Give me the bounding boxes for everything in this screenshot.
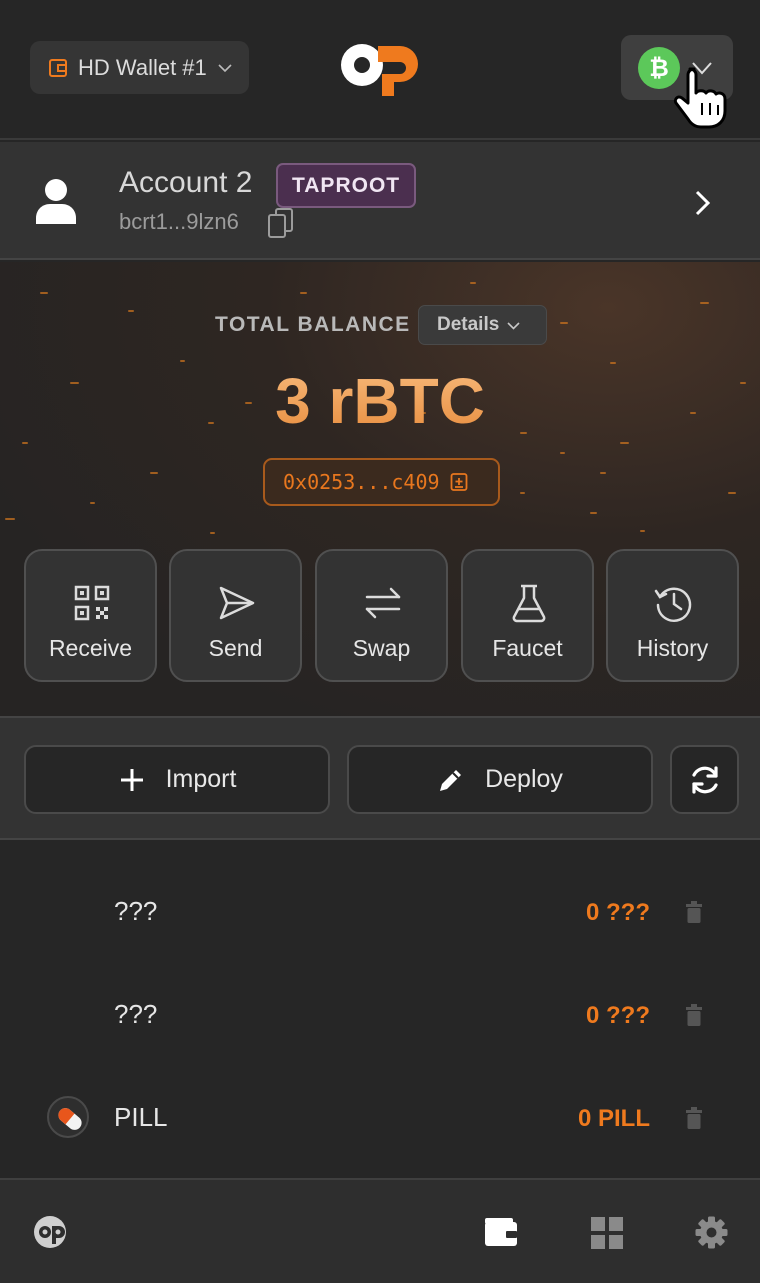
pencil-icon <box>440 769 462 791</box>
receive-button[interactable]: Receive <box>24 549 157 682</box>
import-label: Import <box>165 765 237 793</box>
send-icon <box>219 586 255 620</box>
qr-code-icon <box>74 585 110 621</box>
public-key-text: 0x0253...c409 <box>283 470 440 494</box>
token-list: ??? 0 ??? ??? 0 ??? PILL 0 PILL <box>0 842 760 1178</box>
copy-icon <box>450 473 467 491</box>
account-row[interactable]: Account 2 TAPROOT bcrt1...9lzn6 <box>0 142 760 260</box>
refresh-button[interactable] <box>670 745 739 814</box>
token-amount: 0 ??? <box>586 1002 650 1029</box>
swap-icon <box>365 587 401 619</box>
opnet-logo <box>341 44 418 96</box>
send-label: Send <box>208 635 263 661</box>
chevron-down-icon <box>507 321 520 330</box>
balance-hero: TOTAL BALANCE Details 3 rBTC 0x0253...c4… <box>0 262 760 716</box>
account-address: bcrt1...9lzn6 <box>119 209 239 234</box>
history-icon <box>654 587 692 622</box>
gear-icon[interactable] <box>695 1216 728 1249</box>
token-name: PILL <box>114 1102 168 1132</box>
faucet-label: Faucet <box>492 635 563 661</box>
trash-icon[interactable] <box>684 1004 704 1026</box>
account-name: Account 2 <box>119 166 253 199</box>
flask-icon <box>512 584 546 623</box>
swap-label: Swap <box>352 635 411 661</box>
public-key-pill[interactable]: 0x0253...c409 <box>263 458 500 506</box>
token-amount: 0 ??? <box>586 899 650 926</box>
wallet-icon[interactable] <box>484 1217 518 1247</box>
copy-icon[interactable] <box>268 208 294 240</box>
receive-label: Receive <box>48 635 133 661</box>
wallet-selector[interactable]: HD Wallet #1 <box>30 41 249 94</box>
refresh-icon <box>691 765 718 794</box>
wallet-icon <box>49 58 67 77</box>
details-button[interactable]: Details <box>418 305 547 345</box>
pill-icon <box>47 1096 89 1138</box>
wallet-label: HD Wallet #1 <box>78 54 207 80</box>
details-label: Details <box>437 314 500 335</box>
hand-cursor-icon <box>673 67 727 129</box>
taproot-badge: TAPROOT <box>276 163 417 208</box>
deploy-label: Deploy <box>485 765 563 793</box>
token-row[interactable]: PILL 0 PILL <box>0 1068 760 1168</box>
plus-icon <box>120 768 143 791</box>
token-toolbar: Import Deploy <box>0 716 760 840</box>
user-icon <box>36 179 76 224</box>
balance-amount: 3 rBTC <box>0 364 760 438</box>
chevron-right-icon[interactable] <box>692 188 714 218</box>
opnet-logo-icon[interactable] <box>33 1215 71 1249</box>
total-balance-label: TOTAL BALANCE <box>215 313 411 336</box>
trash-icon[interactable] <box>684 901 704 923</box>
token-row[interactable]: ??? 0 ??? <box>0 862 760 962</box>
chevron-down-icon <box>218 63 232 72</box>
token-name: ??? <box>114 999 158 1029</box>
token-amount: 0 PILL <box>577 1105 650 1132</box>
history-button[interactable]: History <box>606 549 739 682</box>
token-row[interactable]: ??? 0 ??? <box>0 965 760 1065</box>
action-buttons: Receive Send Swap Faucet History <box>24 549 740 683</box>
history-label: History <box>636 635 709 661</box>
svg-text:₿: ₿ <box>649 54 669 82</box>
faucet-button[interactable]: Faucet <box>461 549 594 682</box>
bottom-nav <box>0 1178 760 1283</box>
swap-button[interactable]: Swap <box>315 549 448 682</box>
deploy-button[interactable]: Deploy <box>347 745 653 814</box>
token-name: ??? <box>114 896 158 926</box>
top-header: HD Wallet #1 ₿ <box>0 0 760 140</box>
import-button[interactable]: Import <box>24 745 330 814</box>
send-button[interactable]: Send <box>169 549 302 682</box>
apps-grid-icon[interactable] <box>591 1217 623 1249</box>
trash-icon[interactable] <box>684 1107 704 1129</box>
